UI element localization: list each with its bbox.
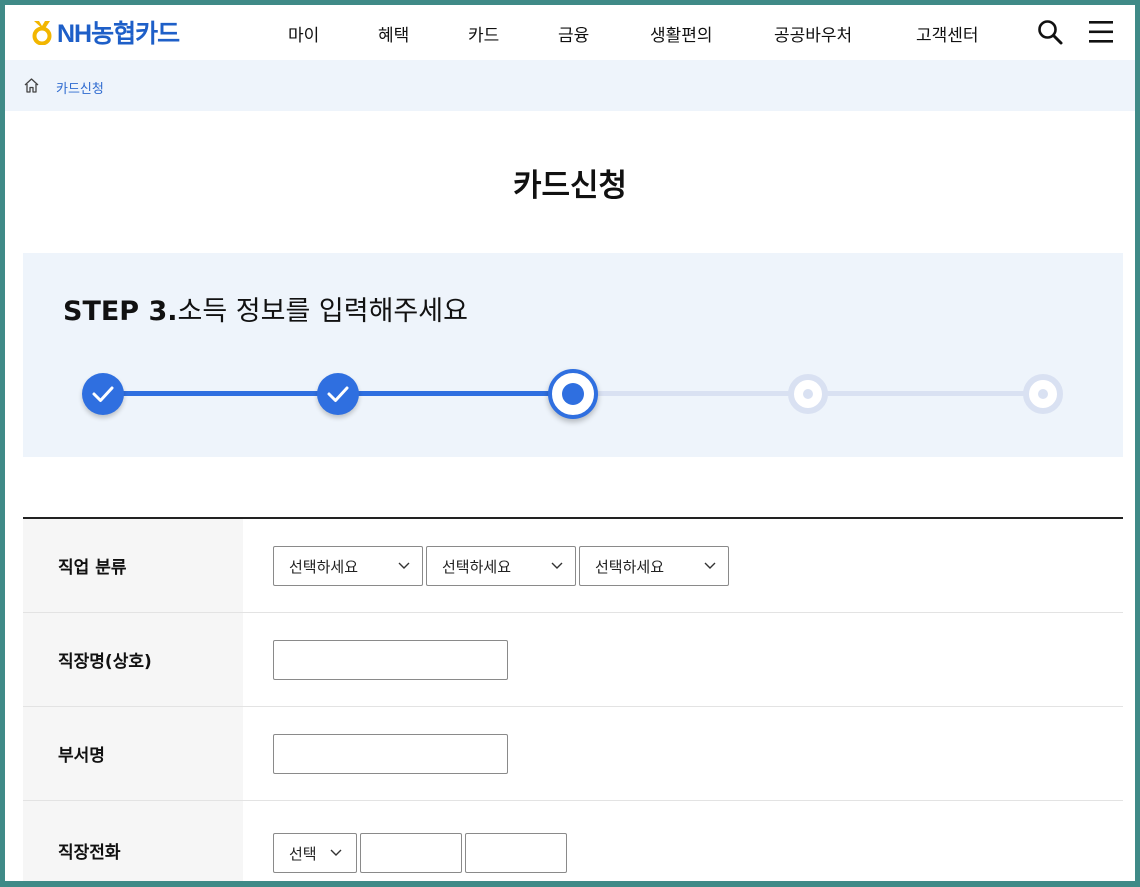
select-value: 선택하세요 — [289, 557, 359, 576]
step-number: STEP 3. — [63, 296, 178, 327]
nh-logo-mark-icon — [32, 21, 52, 45]
form-row-job-category: 직업 분류 선택하세요 선택하세요 선택하세요 — [23, 519, 1123, 613]
nav-item-lifestyle[interactable]: 생활편의 — [650, 21, 713, 46]
page-title: 카드신청 — [512, 168, 628, 204]
nav-item-card[interactable]: 카드 — [468, 21, 499, 46]
select-value: 선택하세요 — [442, 557, 512, 576]
step-heading: STEP 3.소득 정보를 입력해주세요 — [63, 289, 468, 328]
nav-item-finance[interactable]: 금융 — [558, 21, 589, 46]
work-phone-middle-input[interactable] — [360, 833, 462, 873]
company-name-input[interactable] — [273, 640, 508, 680]
search-icon[interactable] — [1036, 18, 1064, 46]
department-label: 부서명 — [23, 707, 243, 800]
breadcrumb-current[interactable]: 카드신청 — [56, 78, 104, 97]
work-phone-last-input[interactable] — [465, 833, 567, 873]
job-category-select-3[interactable]: 선택하세요 — [579, 546, 729, 586]
nav-item-my[interactable]: 마이 — [288, 21, 319, 46]
logo-text: NH농협카드 — [57, 20, 180, 48]
select-value: 선택 — [289, 844, 317, 863]
chevron-down-icon — [551, 562, 563, 569]
nav-item-benefits[interactable]: 혜택 — [378, 21, 409, 46]
check-icon — [327, 386, 349, 402]
job-category-label: 직업 분류 — [23, 519, 243, 612]
step-panel: STEP 3.소득 정보를 입력해주세요 — [23, 253, 1123, 457]
step-4-pending — [788, 374, 828, 414]
work-phone-area-select[interactable]: 선택 — [273, 833, 357, 873]
chevron-down-icon — [330, 849, 342, 856]
step-pending-dot — [803, 389, 813, 399]
work-phone-label: 직장전화 — [23, 801, 243, 881]
job-category-select-2[interactable]: 선택하세요 — [426, 546, 576, 586]
form-row-department: 부서명 — [23, 707, 1123, 801]
step-current-dot — [562, 383, 584, 405]
income-info-form: 직업 분류 선택하세요 선택하세요 선택하세요 직장명(상호) 부서명 직장전화 — [23, 517, 1123, 881]
step-1-complete — [82, 373, 124, 415]
nav-item-public-voucher[interactable]: 공공바우처 — [774, 21, 852, 46]
check-icon — [92, 386, 114, 402]
step-pending-dot — [1038, 389, 1048, 399]
site-header: NH농협카드 마이 혜택 카드 금융 생활편의 공공바우처 고객센터 — [5, 5, 1135, 60]
breadcrumb: 카드신청 — [5, 60, 1135, 111]
step-3-current — [548, 369, 598, 419]
department-input[interactable] — [273, 734, 508, 774]
form-row-work-phone: 직장전화 선택 — [23, 801, 1123, 881]
select-value: 선택하세요 — [595, 557, 665, 576]
company-name-label: 직장명(상호) — [23, 613, 243, 706]
home-icon[interactable] — [23, 77, 40, 94]
step-5-pending — [1023, 374, 1063, 414]
form-row-company-name: 직장명(상호) — [23, 613, 1123, 707]
nav-item-customer-center[interactable]: 고객센터 — [916, 21, 979, 46]
hamburger-menu-icon[interactable] — [1087, 18, 1115, 46]
nh-card-logo[interactable]: NH농협카드 — [31, 17, 180, 48]
page-frame: NH농협카드 마이 혜택 카드 금융 생활편의 공공바우처 고객센터 카드신청 … — [5, 5, 1135, 881]
chevron-down-icon — [704, 562, 716, 569]
step-2-complete — [317, 373, 359, 415]
chevron-down-icon — [398, 562, 410, 569]
step-title: 소득 정보를 입력해주세요 — [177, 296, 468, 327]
job-category-select-1[interactable]: 선택하세요 — [273, 546, 423, 586]
